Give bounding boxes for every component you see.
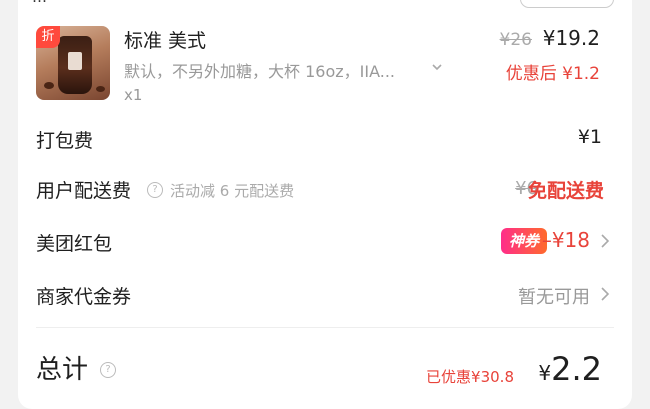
top-strip: … [18,0,632,8]
product-name: 标准 美式 [124,30,207,52]
packing-fee-value: ¥1 [577,126,602,148]
product-original-price: ¥26 [499,30,532,50]
total-value: 2.2 [551,350,602,388]
product-after-discount: 优惠后 ¥1.2 [505,64,600,84]
coffee-bean [44,82,54,89]
cup-logo [68,52,82,70]
product-spec[interactable]: 默认，不另外加糖，大杯 16oz，IIA... [124,58,395,82]
chevron-down-icon[interactable] [428,58,446,76]
redpacket-value[interactable]: –¥18 [542,228,590,252]
discount-tag: 折 [36,26,60,48]
question-icon[interactable]: ? [100,362,116,378]
redpacket-label: 美团红包 [36,233,113,255]
chevron-right-icon[interactable] [600,233,610,249]
total-currency: ¥ [538,361,552,385]
divider [36,327,614,328]
delivery-fee-value: 免配送费 [527,180,604,202]
product-price: ¥19.2 [542,26,600,50]
total-label: 总计 [36,355,89,385]
total-saved: 已优惠¥30.8 [426,368,514,386]
top-strip-text: … [32,0,47,6]
order-summary-card: … 折 标准 美式 默认，不另外加糖，大杯 16oz，IIA... x1 ¥26… [18,0,632,409]
total-amount: ¥2.2 [538,350,602,388]
packing-fee-label: 打包费 [36,130,94,152]
voucher-label: 商家代金券 [36,286,132,308]
voucher-value[interactable]: 暂无可用 [518,283,590,309]
question-icon[interactable]: ? [147,182,163,198]
coffee-bean [96,86,105,92]
chevron-right-icon[interactable] [600,286,610,302]
product-thumbnail[interactable]: 折 [36,26,110,100]
delivery-fee-label: 用户配送费 [36,180,132,202]
delivery-fee-hint: 活动减 6 元配送费 [170,182,295,200]
super-coupon-badge[interactable]: 神券 [500,228,547,254]
top-strip-pill[interactable] [520,0,614,8]
product-quantity: x1 [124,86,143,104]
